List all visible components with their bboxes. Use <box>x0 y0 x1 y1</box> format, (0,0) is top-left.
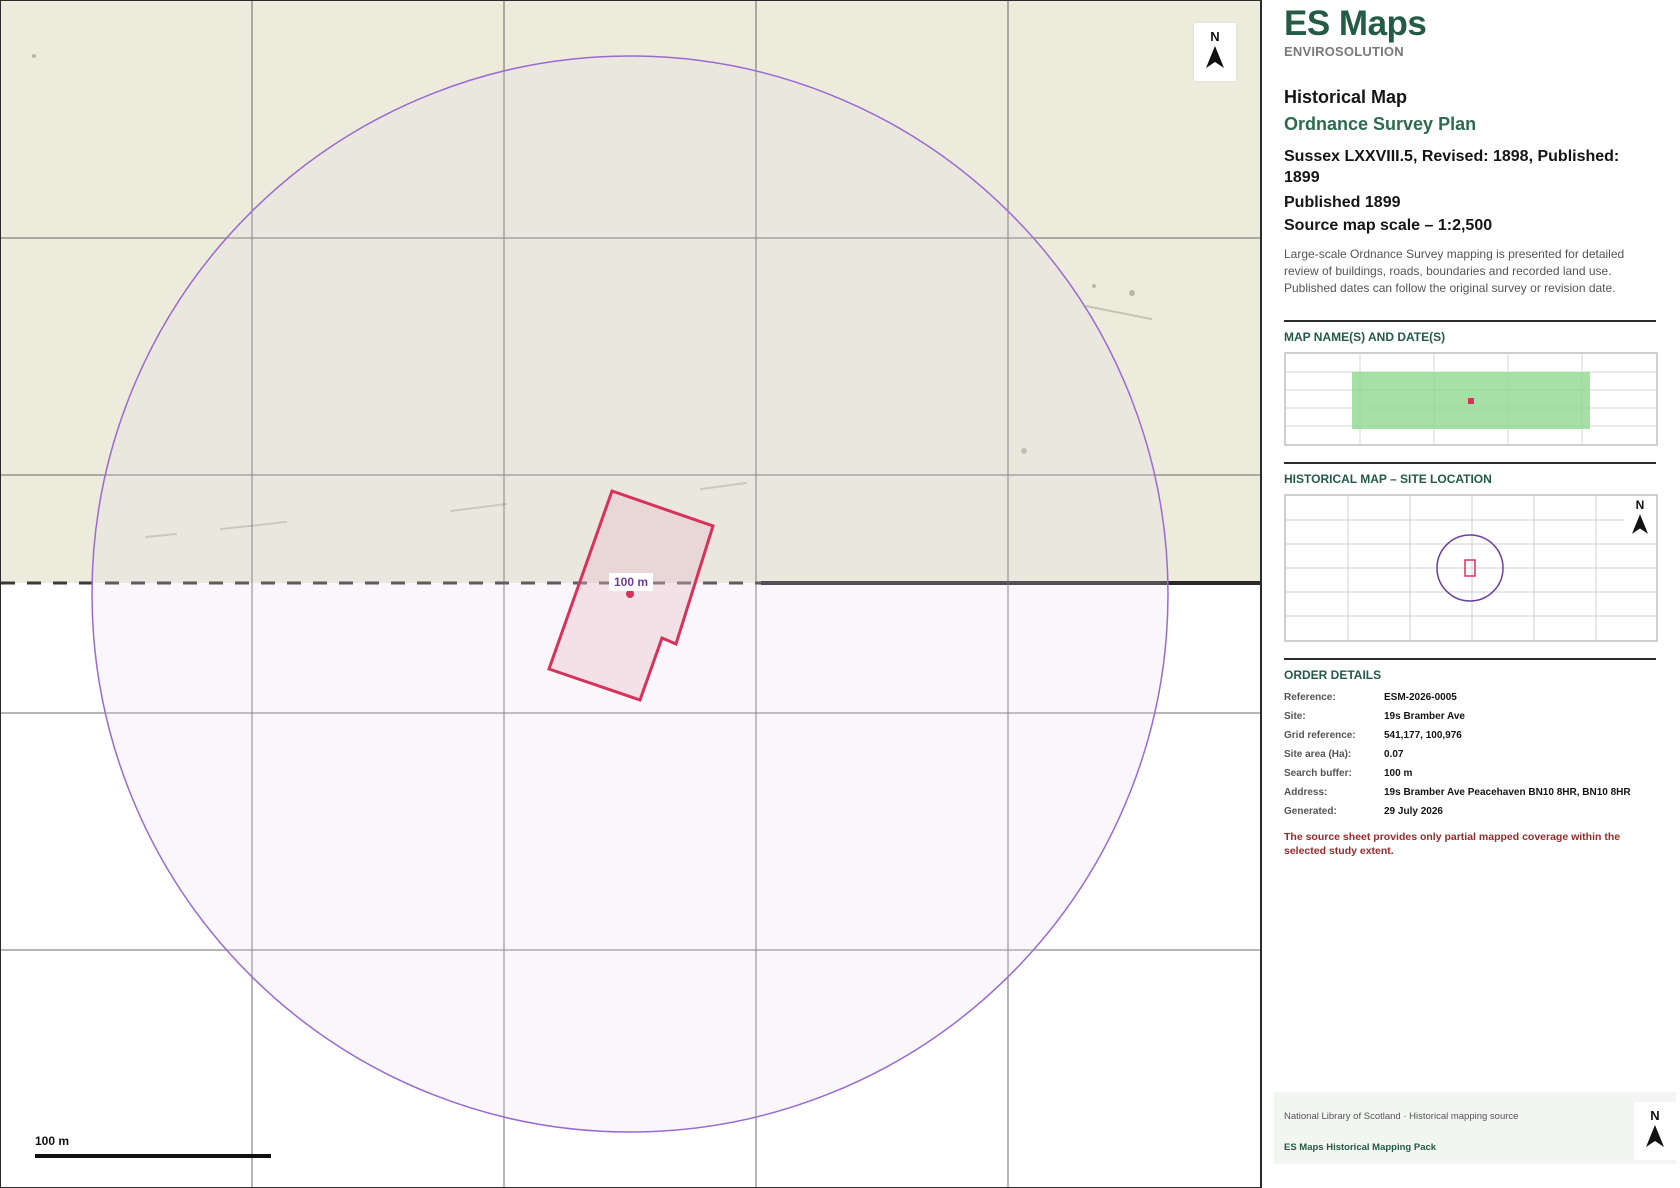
order-value: 541,177, 100,976 <box>1384 730 1462 741</box>
map-canvas[interactable] <box>1 1 1260 1187</box>
order-key: Reference: <box>1284 692 1336 703</box>
site-location-map <box>1286 496 1656 640</box>
north-arrow-footer: N <box>1634 1102 1676 1160</box>
order-value: 0.07 <box>1384 749 1404 760</box>
order-key: Site area (Ha): <box>1284 749 1352 760</box>
scale-line <box>35 1154 271 1158</box>
section-map-names: MAP NAME(S) AND DATE(S) <box>1284 330 1446 344</box>
footer-source: National Library of Scotland · Historica… <box>1284 1111 1519 1122</box>
map-names-inset[interactable] <box>1284 352 1658 446</box>
order-value: 100 m <box>1384 768 1413 779</box>
north-label: N <box>1650 1108 1660 1123</box>
section-order-details: ORDER DETAILS <box>1284 668 1382 682</box>
main-map[interactable]: 100 m N 100 m <box>1 1 1262 1187</box>
order-key: Search buffer: <box>1284 768 1352 779</box>
north-arrow-inset: N <box>1624 496 1656 542</box>
scale-label: 100 m <box>35 1134 70 1148</box>
order-value: ESM-2026-0005 <box>1384 692 1457 703</box>
north-arrow-icon <box>1632 514 1648 534</box>
north-arrow-icon <box>1206 46 1224 68</box>
order-key: Site: <box>1284 711 1306 722</box>
north-label: N <box>1635 498 1645 512</box>
published-date: Published 1899 <box>1284 194 1401 211</box>
sheet-name: Sussex LXXVIII.5, Revised: 1898, Publish… <box>1284 148 1620 186</box>
order-value: 19s Bramber Ave <box>1384 711 1465 722</box>
section-site-location: HISTORICAL MAP – SITE LOCATION <box>1284 472 1492 486</box>
divider <box>1284 320 1656 322</box>
source-scale: Source map scale – 1:2,500 <box>1284 217 1493 234</box>
north-arrow-main: N <box>1194 23 1236 81</box>
map-description: Large-scale Ordnance Survey mapping is p… <box>1284 247 1625 295</box>
buffer-label: 100 m <box>609 573 654 591</box>
scale-bar: 100 m <box>35 1131 271 1159</box>
order-value: 29 July 2026 <box>1384 806 1443 817</box>
info-panel: ES Maps ENVIROSOLUTION Historical Map Or… <box>1262 0 1680 1188</box>
divider <box>1284 658 1656 660</box>
map-type: Ordnance Survey Plan <box>1284 114 1477 134</box>
order-value: 19s Bramber Ave Peacehaven BN10 8HR, BN1… <box>1384 787 1631 798</box>
order-key: Generated: <box>1284 806 1337 817</box>
site-location-inset[interactable]: N <box>1284 494 1658 642</box>
map-title: Historical Map <box>1284 87 1408 107</box>
footer-pack: ES Maps Historical Mapping Pack <box>1284 1142 1437 1153</box>
order-key: Grid reference: <box>1284 730 1356 741</box>
brand-title: ES Maps <box>1284 4 1427 43</box>
order-key: Address: <box>1284 787 1328 798</box>
coverage-warning: The source sheet provides only partial m… <box>1284 831 1621 857</box>
brand-subtitle: ENVIROSOLUTION <box>1284 44 1404 59</box>
north-arrow-icon <box>1646 1125 1664 1147</box>
north-label: N <box>1210 29 1220 44</box>
footer: National Library of Scotland · Historica… <box>1274 1092 1676 1164</box>
coverage-diagram <box>1286 354 1656 444</box>
site-marker <box>1468 398 1474 404</box>
site-centroid <box>626 590 634 598</box>
divider <box>1284 462 1656 464</box>
